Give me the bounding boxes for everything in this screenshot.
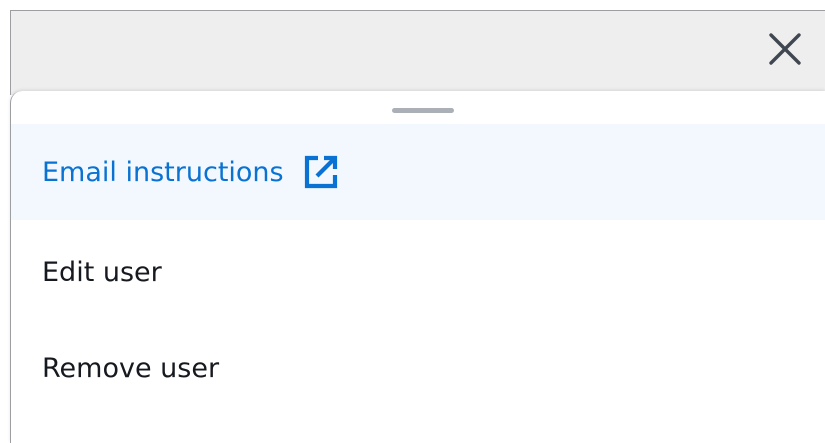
menu-item-label: Remove user: [42, 352, 220, 384]
menu-item-edit-user[interactable]: Edit user: [11, 224, 825, 320]
menu-item-email-instructions[interactable]: Email instructions: [11, 124, 825, 220]
header-bar: [10, 10, 825, 95]
menu-item-remove-user[interactable]: Remove user: [11, 320, 825, 416]
page: Email instructions Edit user Remove user: [0, 0, 825, 443]
menu-item-label: Edit user: [42, 256, 162, 288]
menu-item-label: Email instructions: [42, 156, 284, 188]
drag-handle[interactable]: [392, 108, 454, 113]
action-sheet: Email instructions Edit user Remove user: [10, 91, 825, 443]
close-button[interactable]: [759, 23, 811, 75]
close-icon: [769, 33, 801, 65]
external-link-icon: [302, 153, 340, 191]
